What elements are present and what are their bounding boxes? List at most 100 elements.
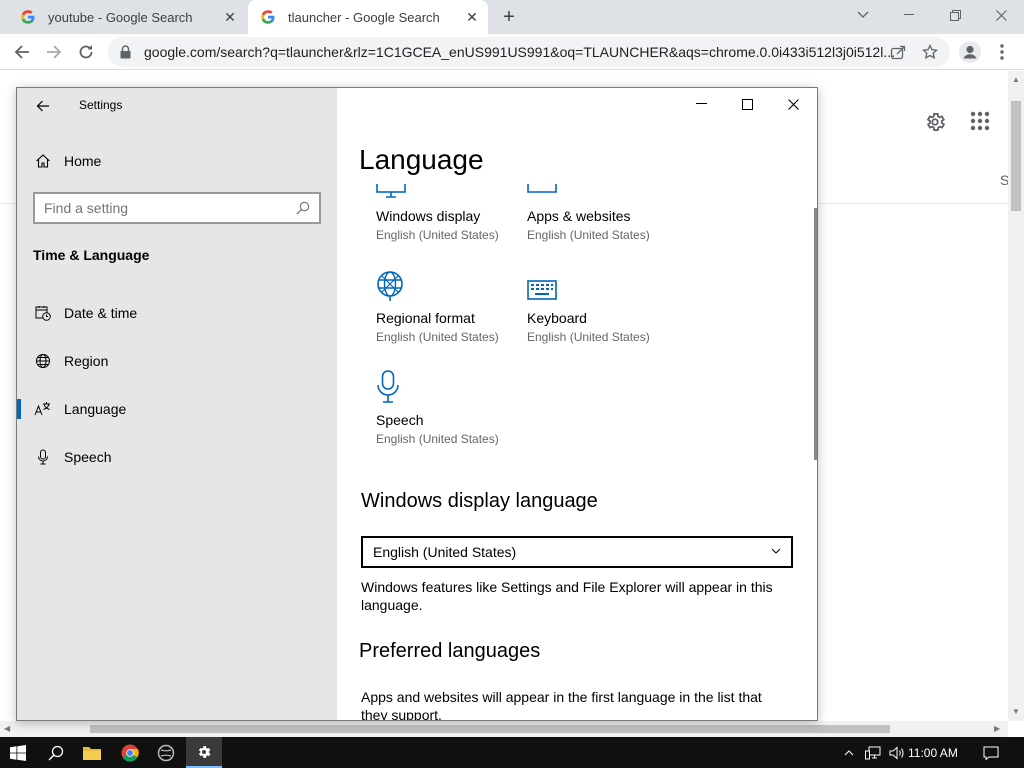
nav-label: Date & time <box>64 305 138 321</box>
browser-close-icon[interactable] <box>978 0 1024 30</box>
taskbar-search-icon[interactable] <box>38 737 74 768</box>
settings-minimize-icon[interactable] <box>678 88 724 120</box>
content-scrollbar[interactable] <box>814 208 817 460</box>
horizontal-scroll-thumb[interactable] <box>90 725 890 733</box>
tile-label: Regional format <box>376 310 475 326</box>
display-language-description: Windows features like Settings and File … <box>361 579 773 613</box>
chrome-taskbar-icon[interactable] <box>112 737 148 768</box>
network-icon[interactable] <box>862 737 884 768</box>
notification-center-icon[interactable] <box>980 737 1002 768</box>
windows-taskbar: 11:00 AM <box>0 737 1024 768</box>
tile-sub: English (United States) <box>376 228 499 242</box>
tile-label: Speech <box>376 412 424 428</box>
window-title: Settings <box>79 98 123 112</box>
nav-label: Home <box>64 153 102 169</box>
windows-display-language-heading: Windows display language <box>361 490 598 512</box>
tile-sub: English (United States) <box>527 228 650 242</box>
chevron-down-icon <box>771 545 791 559</box>
nav-label: Region <box>64 353 109 369</box>
file-explorer-folder-icon[interactable] <box>74 737 110 768</box>
page-vertical-scrollbar[interactable]: ▲ ▼ <box>1008 71 1024 721</box>
address-url: google.com/search?q=tlauncher&rlz=1C1GCE… <box>144 44 895 60</box>
preferred-languages-description: Apps and websites will appear in the fir… <box>361 689 762 720</box>
selected-indicator <box>17 399 21 419</box>
settings-maximize-icon[interactable] <box>724 88 770 120</box>
taskbar-clock[interactable]: 11:00 AM <box>908 737 958 768</box>
tile-label: Apps & websites <box>527 208 631 224</box>
globe-icon <box>33 353 53 369</box>
browser-tab-tlauncher[interactable]: tlauncher - Google Search ✕ <box>248 0 488 34</box>
settings-content: Language Windows display English (United… <box>337 88 817 720</box>
scroll-right-arrow-icon[interactable]: ▶ <box>994 724 1000 733</box>
forward-arrow-icon[interactable] <box>40 38 68 66</box>
nav-item-date-time[interactable]: Date & time <box>17 293 337 333</box>
find-setting-input[interactable] <box>44 200 291 216</box>
bookmark-star-icon[interactable] <box>916 38 944 66</box>
settings-window: Settings Home Time & Language Date & tim… <box>16 87 818 721</box>
app-circle-icon[interactable] <box>148 737 184 768</box>
scroll-left-arrow-icon[interactable]: ◀ <box>4 724 10 733</box>
tile-sub: English (United States) <box>376 330 499 344</box>
tab-close-icon[interactable]: ✕ <box>220 7 240 27</box>
start-windows-icon[interactable] <box>0 737 36 768</box>
nav-item-language[interactable]: Language <box>17 389 337 429</box>
browser-tab-strip: youtube - Google Search ✕ tlauncher - Go… <box>0 0 1024 34</box>
profile-avatar-icon[interactable] <box>956 38 984 66</box>
page-horizontal-scrollbar[interactable]: ◀ ▶ <box>0 721 1008 737</box>
tile-sub: English (United States) <box>527 330 650 344</box>
settings-gear-icon[interactable] <box>922 109 948 135</box>
nav-item-home[interactable]: Home <box>17 141 337 181</box>
language-scroll-area: Windows display English (United States) … <box>337 184 817 720</box>
globe-settings-icon <box>376 266 526 302</box>
browser-toolbar: google.com/search?q=tlauncher&rlz=1C1GCE… <box>0 34 1024 70</box>
lock-icon <box>120 45 134 59</box>
share-icon[interactable] <box>884 38 912 66</box>
microphone-icon <box>33 449 53 465</box>
tile-label: Keyboard <box>527 310 587 326</box>
tile-sub: English (United States) <box>376 432 499 446</box>
google-apps-grid-icon[interactable] <box>970 111 992 133</box>
address-bar[interactable]: google.com/search?q=tlauncher&rlz=1C1GCE… <box>108 37 950 67</box>
tab-title: youtube - Google Search <box>48 9 193 25</box>
vertical-scroll-thumb[interactable] <box>1011 101 1021 211</box>
microphone-icon <box>376 368 526 404</box>
nav-label: Speech <box>64 449 112 465</box>
scroll-up-arrow-icon[interactable]: ▲ <box>1012 75 1020 84</box>
tile-speech[interactable]: Speech English (United States) <box>376 368 526 446</box>
page-title: Language <box>359 144 484 175</box>
browser-tab-youtube[interactable]: youtube - Google Search ✕ <box>8 0 246 34</box>
nav-item-speech[interactable]: Speech <box>17 437 337 477</box>
display-language-dropdown[interactable]: English (United States) <box>361 536 793 568</box>
tab-search-chevron-icon[interactable] <box>840 0 886 30</box>
tile-regional-format[interactable]: Regional format English (United States) <box>376 266 526 344</box>
back-arrow-icon[interactable] <box>8 38 36 66</box>
home-icon <box>33 153 53 169</box>
browser-minimize-icon[interactable] <box>886 0 932 30</box>
monitor-icon <box>376 184 526 200</box>
settings-taskbar-icon[interactable] <box>186 737 222 768</box>
scroll-down-arrow-icon[interactable]: ▼ <box>1012 707 1020 716</box>
tile-windows-display[interactable]: Windows display English (United States) <box>376 184 526 242</box>
nav-item-region[interactable]: Region <box>17 341 337 381</box>
volume-icon[interactable] <box>886 737 908 768</box>
nav-label: Language <box>64 401 127 417</box>
tile-apps-websites[interactable]: Apps & websites English (United States) <box>527 184 677 242</box>
show-hidden-icons-chevron-icon[interactable] <box>838 737 860 768</box>
keyboard-icon <box>527 266 677 302</box>
tile-label: Windows display <box>376 208 481 224</box>
browser-restore-icon[interactable] <box>932 0 978 30</box>
reload-icon[interactable] <box>72 38 100 66</box>
new-tab-button[interactable]: + <box>496 6 522 28</box>
tab-close-icon[interactable]: ✕ <box>462 7 482 27</box>
tile-keyboard[interactable]: Keyboard English (United States) <box>527 266 677 344</box>
chrome-menu-icon[interactable] <box>988 38 1016 66</box>
google-favicon-icon <box>20 9 36 25</box>
settings-close-icon[interactable] <box>770 88 816 120</box>
find-setting-search-box[interactable] <box>33 192 321 224</box>
tab-title: tlauncher - Google Search <box>288 9 440 25</box>
back-arrow-icon[interactable] <box>31 94 55 118</box>
section-title: Time & Language <box>33 247 150 263</box>
search-icon <box>291 201 315 215</box>
preferred-languages-heading: Preferred languages <box>359 640 541 662</box>
window-icon <box>527 184 677 200</box>
